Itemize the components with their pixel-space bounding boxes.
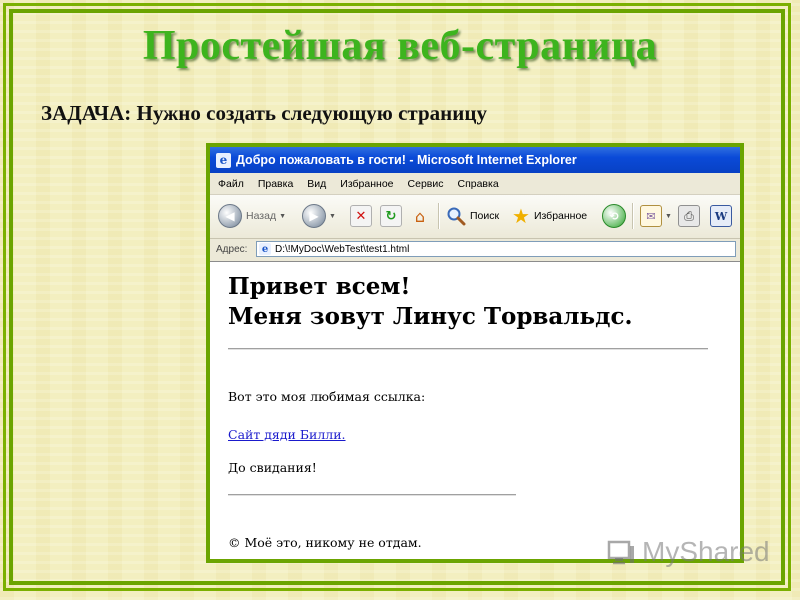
browser-toolbar: ◀ Назад ▼ ▶ ▼ ✕ ↻ ⌂ Поиск ★ Избранное ⟲ … <box>210 195 740 239</box>
stop-icon: ✕ <box>350 205 372 227</box>
menu-item-file[interactable]: Файл <box>218 178 244 190</box>
browser-menubar: Файл Правка Вид Избранное Сервис Справка <box>210 173 740 195</box>
browser-screenshot: e Добро пожаловать в гости! - Microsoft … <box>206 143 744 563</box>
forward-button[interactable]: ▶ ▼ <box>302 202 336 230</box>
horizontal-rule <box>228 494 516 496</box>
page-heading: Привет всем! Меня зовут Линус Торвальдс. <box>228 272 632 332</box>
back-button[interactable]: ◀ Назад ▼ <box>218 202 286 230</box>
search-button-label: Поиск <box>470 210 500 222</box>
page-icon: e <box>259 243 271 255</box>
edit-word-button[interactable]: W <box>710 202 732 230</box>
mail-button[interactable]: ✉ ▼ <box>640 202 672 230</box>
favorites-button-label: Избранное <box>533 210 588 222</box>
browser-addressbar: Адрес: e D:\!MyDoc\WebTest\test1.html <box>210 239 740 262</box>
menu-item-view[interactable]: Вид <box>307 178 326 190</box>
chevron-down-icon: ▼ <box>329 212 336 220</box>
favorites-star-icon: ★ <box>512 204 530 228</box>
ie-logo-icon: e <box>216 152 231 168</box>
browser-titlebar: e Добро пожаловать в гости! - Microsoft … <box>210 147 740 173</box>
history-icon: ⟲ <box>602 204 626 228</box>
browser-window-title: Добро пожаловать в гости! - Microsoft In… <box>236 153 577 167</box>
menu-item-help[interactable]: Справка <box>457 178 498 190</box>
browser-content-area: Привет всем! Меня зовут Линус Торвальдс.… <box>210 262 740 559</box>
watermark: MyShared <box>606 532 770 572</box>
copyright-text: © Моё это, никому не отдам. <box>228 535 422 550</box>
print-button[interactable]: ⎙ <box>678 202 700 230</box>
home-button[interactable]: ⌂ <box>410 202 430 230</box>
slide-title: Простейшая веб-страница <box>142 23 658 69</box>
stop-button[interactable]: ✕ <box>350 202 372 230</box>
chevron-down-icon: ▼ <box>279 212 287 220</box>
search-icon <box>447 207 466 226</box>
back-button-label: Назад <box>246 210 277 222</box>
favorites-button[interactable]: ★ Избранное <box>512 202 587 230</box>
word-icon: W <box>710 205 732 227</box>
mail-icon: ✉ <box>640 205 662 227</box>
print-icon: ⎙ <box>678 205 700 227</box>
toolbar-separator <box>632 203 634 229</box>
menu-item-edit[interactable]: Правка <box>258 178 293 190</box>
horizontal-rule <box>228 348 708 350</box>
watermark-text: MyShared <box>642 536 770 567</box>
heading-line-2: Меня зовут Линус Торвальдс. <box>228 303 633 330</box>
menu-item-tools[interactable]: Сервис <box>408 178 444 190</box>
menu-item-favorites[interactable]: Избранное <box>340 178 393 190</box>
history-button[interactable]: ⟲ <box>602 202 626 230</box>
favorite-link-intro: Вот это моя любимая ссылка: <box>228 389 426 404</box>
task-description: ЗАДАЧА: Нужно создать следующую страницу <box>41 101 487 125</box>
goodbye-text: До свидания! <box>228 460 317 475</box>
address-value: D:\!MyDoc\WebTest\test1.html <box>275 243 410 255</box>
forward-arrow-icon: ▶ <box>302 204 326 228</box>
chevron-down-icon: ▼ <box>665 212 672 220</box>
toolbar-separator <box>438 203 440 229</box>
refresh-icon: ↻ <box>380 205 402 227</box>
search-button[interactable]: Поиск <box>446 202 499 230</box>
favorite-link[interactable]: Сайт дяди Билли. <box>228 427 346 442</box>
address-label: Адрес: <box>216 244 248 255</box>
heading-line-1: Привет всем! <box>228 273 411 300</box>
refresh-button[interactable]: ↻ <box>380 202 402 230</box>
home-icon: ⌂ <box>414 206 426 226</box>
back-arrow-icon: ◀ <box>218 204 242 228</box>
address-input[interactable]: e D:\!MyDoc\WebTest\test1.html <box>256 241 736 257</box>
watermark-logo-icon <box>607 540 634 565</box>
